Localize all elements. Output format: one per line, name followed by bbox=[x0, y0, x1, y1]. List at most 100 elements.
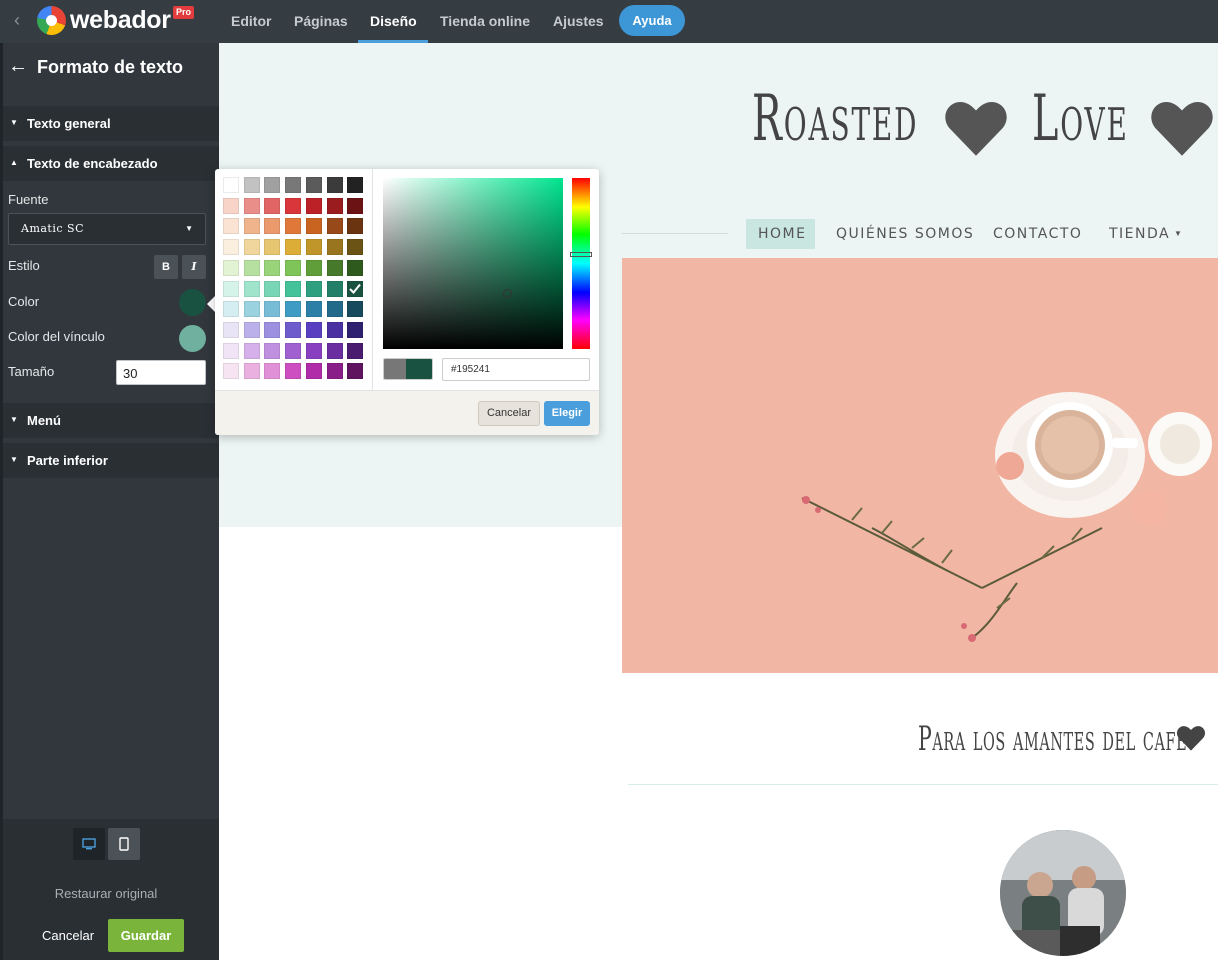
size-input[interactable]: 30 bbox=[116, 360, 206, 385]
palette-swatch[interactable] bbox=[223, 342, 239, 359]
nav-editor[interactable]: Editor bbox=[231, 13, 271, 29]
palette-swatch[interactable] bbox=[305, 363, 322, 380]
nav-online-store[interactable]: Tienda online bbox=[440, 13, 530, 29]
palette-swatch[interactable] bbox=[285, 218, 302, 235]
palette-swatch[interactable] bbox=[326, 342, 343, 359]
site-title[interactable]: Roasted bbox=[752, 82, 918, 156]
palette-swatch[interactable] bbox=[326, 239, 343, 256]
palette-swatch[interactable] bbox=[223, 301, 239, 318]
palette-swatch[interactable] bbox=[243, 218, 260, 235]
picker-choose-button[interactable]: Elegir bbox=[544, 401, 590, 426]
palette-swatch[interactable] bbox=[223, 259, 239, 276]
nav-pages[interactable]: Páginas bbox=[294, 13, 348, 29]
palette-swatch[interactable] bbox=[347, 177, 364, 193]
section-heading[interactable]: Para los amantes del café bbox=[918, 719, 1187, 759]
palette-swatch[interactable] bbox=[264, 301, 281, 318]
picker-cancel-button[interactable]: Cancelar bbox=[478, 401, 540, 426]
palette-swatch[interactable] bbox=[305, 301, 322, 318]
bold-button[interactable]: B bbox=[154, 255, 178, 279]
palette-swatch[interactable] bbox=[347, 301, 364, 318]
cancel-button[interactable]: Cancelar bbox=[42, 928, 94, 943]
site-menu-about[interactable]: QUIÉNES SOMOS bbox=[836, 226, 974, 242]
palette-swatch[interactable] bbox=[347, 259, 364, 276]
saturation-value-area[interactable] bbox=[383, 178, 563, 349]
palette-swatch[interactable] bbox=[264, 177, 281, 193]
hue-slider[interactable] bbox=[570, 178, 592, 349]
palette-swatch[interactable] bbox=[305, 342, 322, 359]
nav-settings[interactable]: Ajustes bbox=[553, 13, 604, 29]
save-button[interactable]: Guardar bbox=[108, 919, 184, 952]
palette-swatch[interactable] bbox=[305, 259, 322, 276]
palette-swatch[interactable] bbox=[243, 321, 260, 338]
color-swatch[interactable] bbox=[179, 289, 206, 316]
palette-swatch[interactable] bbox=[243, 280, 260, 297]
palette-swatch[interactable] bbox=[285, 177, 302, 193]
site-menu-store[interactable]: TIENDA bbox=[1109, 226, 1170, 242]
palette-swatch[interactable] bbox=[264, 218, 281, 235]
font-select[interactable]: Amatic SC ▼ bbox=[8, 213, 206, 245]
palette-swatch[interactable] bbox=[264, 259, 281, 276]
palette-swatch[interactable] bbox=[223, 280, 239, 297]
palette-swatch[interactable] bbox=[285, 197, 302, 214]
palette-swatch[interactable] bbox=[223, 177, 239, 193]
palette-swatch[interactable] bbox=[347, 363, 364, 380]
palette-swatch[interactable] bbox=[285, 301, 302, 318]
palette-swatch[interactable] bbox=[347, 197, 364, 214]
section-footer[interactable]: ▼ Parte inferior bbox=[3, 443, 219, 478]
palette-swatch[interactable] bbox=[243, 363, 260, 380]
palette-swatch[interactable] bbox=[305, 280, 322, 297]
section-menu[interactable]: ▼ Menú bbox=[3, 403, 219, 438]
restore-original-link[interactable]: Restaurar original bbox=[0, 886, 212, 901]
palette-swatch[interactable] bbox=[326, 280, 343, 297]
site-menu-contact[interactable]: CONTACTO bbox=[993, 226, 1082, 242]
palette-swatch[interactable] bbox=[326, 218, 343, 235]
palette-swatch[interactable] bbox=[285, 239, 302, 256]
palette-swatch[interactable] bbox=[347, 342, 364, 359]
palette-swatch[interactable] bbox=[223, 218, 239, 235]
palette-swatch[interactable] bbox=[305, 177, 322, 193]
sv-handle[interactable] bbox=[503, 289, 512, 298]
site-menu-home[interactable]: HOME bbox=[758, 226, 806, 242]
italic-button[interactable]: I bbox=[182, 255, 206, 279]
desktop-view-button[interactable] bbox=[73, 828, 105, 860]
palette-swatch[interactable] bbox=[264, 363, 281, 380]
hue-handle[interactable] bbox=[570, 252, 592, 257]
palette-swatch[interactable] bbox=[285, 259, 302, 276]
palette-swatch[interactable] bbox=[326, 197, 343, 214]
palette-swatch[interactable] bbox=[264, 321, 281, 338]
palette-swatch[interactable] bbox=[285, 363, 302, 380]
chevron-left-icon[interactable]: ‹ bbox=[14, 11, 20, 29]
palette-swatch[interactable] bbox=[305, 197, 322, 214]
palette-swatch[interactable] bbox=[243, 239, 260, 256]
palette-swatch[interactable] bbox=[347, 280, 364, 297]
palette-swatch[interactable] bbox=[223, 321, 239, 338]
section-heading-text[interactable]: ▲ Texto de encabezado bbox=[3, 146, 219, 181]
palette-swatch[interactable] bbox=[223, 363, 239, 380]
palette-swatch[interactable] bbox=[243, 197, 260, 214]
palette-swatch[interactable] bbox=[243, 177, 260, 193]
palette-swatch[interactable] bbox=[326, 177, 343, 193]
palette-swatch[interactable] bbox=[305, 321, 322, 338]
palette-swatch[interactable] bbox=[347, 239, 364, 256]
palette-swatch[interactable] bbox=[223, 239, 239, 256]
help-button[interactable]: Ayuda bbox=[619, 5, 685, 36]
palette-swatch[interactable] bbox=[264, 280, 281, 297]
nav-design[interactable]: Diseño bbox=[370, 13, 417, 29]
palette-swatch[interactable] bbox=[347, 218, 364, 235]
palette-swatch[interactable] bbox=[243, 259, 260, 276]
palette-swatch[interactable] bbox=[243, 301, 260, 318]
palette-swatch[interactable] bbox=[305, 218, 322, 235]
palette-swatch[interactable] bbox=[264, 197, 281, 214]
palette-swatch[interactable] bbox=[285, 321, 302, 338]
palette-swatch[interactable] bbox=[326, 301, 343, 318]
palette-swatch[interactable] bbox=[326, 363, 343, 380]
palette-swatch[interactable] bbox=[285, 342, 302, 359]
palette-swatch[interactable] bbox=[285, 280, 302, 297]
palette-swatch[interactable] bbox=[347, 321, 364, 338]
palette-swatch[interactable] bbox=[264, 239, 281, 256]
mobile-view-button[interactable] bbox=[108, 828, 140, 860]
palette-swatch[interactable] bbox=[326, 321, 343, 338]
palette-swatch[interactable] bbox=[264, 342, 281, 359]
link-color-swatch[interactable] bbox=[179, 325, 206, 352]
palette-swatch[interactable] bbox=[326, 259, 343, 276]
